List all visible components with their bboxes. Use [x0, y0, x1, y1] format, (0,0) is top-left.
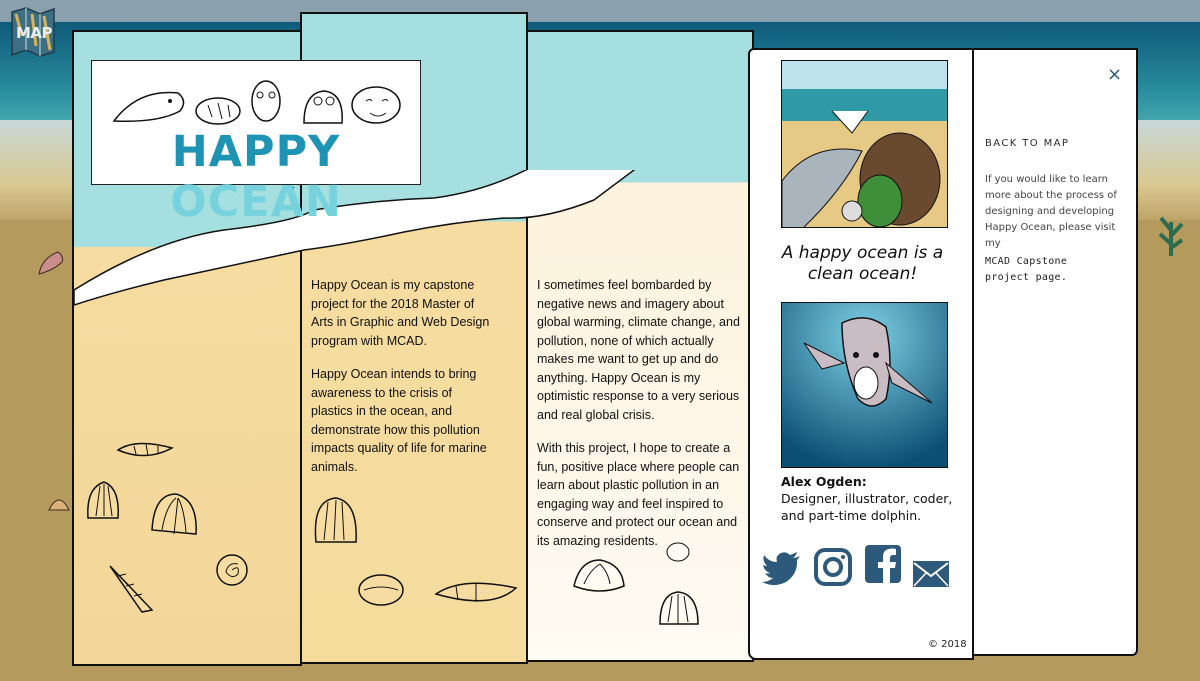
facebook-icon[interactable] — [864, 544, 902, 586]
intro-paragraph-2: Happy Ocean intends to bring awareness t… — [311, 367, 487, 474]
intro-column: Happy Ocean is my capstone project for t… — [311, 276, 497, 491]
close-icon[interactable]: × — [1107, 64, 1122, 85]
copyright: © 2018 — [928, 639, 967, 650]
email-icon[interactable] — [912, 560, 950, 588]
intro-paragraph-1: Happy Ocean is my capstone project for t… — [311, 278, 490, 348]
capstone-link[interactable]: MCAD Capstone project page. — [985, 254, 1105, 286]
happy-animals-photo — [781, 60, 948, 228]
logo-title: HAPPY OCEAN — [92, 127, 420, 227]
happy-ocean-logo: HAPPY OCEAN — [91, 60, 421, 227]
sky — [0, 0, 1200, 24]
motivation-paragraph-1: I sometimes feel bombarded by negative n… — [537, 278, 740, 422]
instagram-icon[interactable] — [814, 548, 852, 586]
back-to-map-link[interactable]: BACK TO MAP — [985, 138, 1069, 149]
learn-more-text: If you would like to learn more about th… — [985, 174, 1117, 249]
tagline: A happy ocean is a clean ocean! — [781, 243, 944, 284]
author-name: Alex Ogden: — [781, 474, 867, 489]
motivation-paragraph-2: With this project, I hope to create a fu… — [537, 441, 740, 548]
author-description: Designer, illustrator, coder, and part-t… — [781, 491, 953, 523]
author-bio: Alex Ogden: Designer, illustrator, coder… — [781, 473, 961, 524]
social-links — [762, 545, 952, 592]
sea-animals-illustration — [112, 80, 401, 125]
dolphin-illustration — [781, 302, 948, 468]
map-button-label: MAP — [16, 24, 53, 42]
motivation-column: I sometimes feel bombarded by negative n… — [537, 276, 743, 565]
map-button[interactable]: MAP — [8, 6, 58, 58]
twitter-icon[interactable] — [762, 548, 802, 588]
